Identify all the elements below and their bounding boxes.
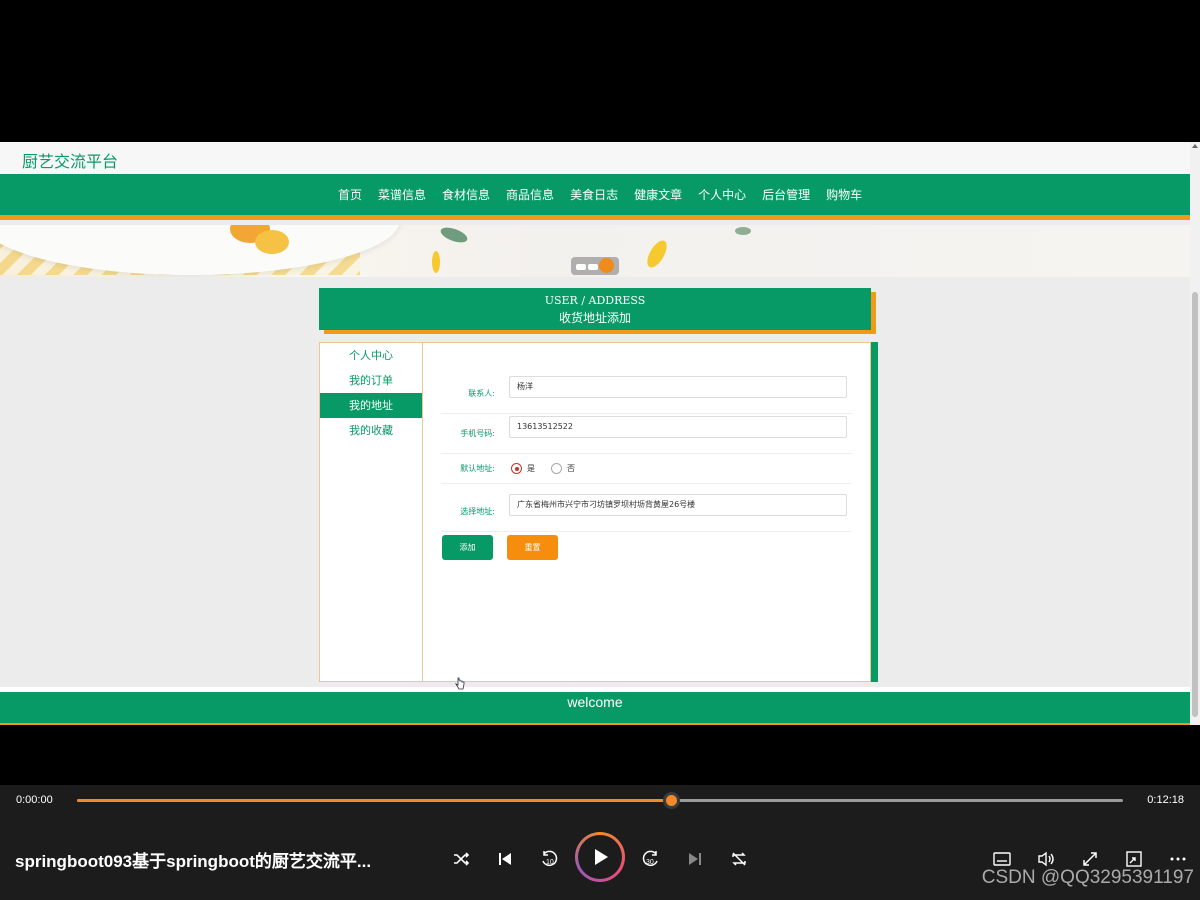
carousel-dot[interactable] (576, 264, 586, 270)
address-form: 联系人: 杨洋 手机号码: 13613512522 默认地址: 是 否 选择地址… (422, 342, 871, 682)
watermark: CSDN @QQ3295391197 (981, 867, 1194, 888)
nav-item[interactable]: 商品信息 (498, 186, 562, 203)
side-menu-item[interactable]: 个人中心 (320, 343, 422, 368)
address-input[interactable]: 广东省梅州市兴宁市刁坊镇罗坝村坜背黄屋26号楼 (509, 494, 847, 516)
recorded-webpage: 厨艺交流平台 首页 菜谱信息 食材信息 商品信息 美食日志 健康文章 个人中心 后台管理 购物车… (0, 142, 1200, 725)
side-menu-item[interactable]: 我的地址 (320, 393, 422, 418)
nav-item[interactable]: 个人中心 (690, 186, 754, 203)
site-header: 厨艺交流平台 (0, 142, 1190, 174)
radio-yes-label[interactable]: 是 (527, 463, 535, 474)
nav-item[interactable]: 美食日志 (562, 186, 626, 203)
contact-label: 联系人: (468, 389, 495, 398)
total-time: 0:12:18 (1147, 794, 1184, 806)
page-title-box: USER / ADDRESS 收货地址添加 (319, 288, 871, 330)
contact-input[interactable]: 杨洋 (509, 376, 847, 398)
side-menu-item[interactable]: 我的收藏 (320, 418, 422, 443)
banner-decoration (643, 237, 671, 271)
radio-yes[interactable] (511, 463, 522, 474)
progress-bar[interactable] (77, 792, 1123, 809)
rewind-10-icon[interactable]: 10 (535, 845, 563, 873)
add-button[interactable]: 添加 (442, 535, 493, 560)
carousel-dot-active[interactable] (599, 258, 614, 273)
footer: welcome (0, 687, 1190, 725)
forward-30-icon[interactable]: 30 (637, 845, 665, 873)
progress-knob[interactable] (663, 792, 681, 809)
svg-text:10: 10 (546, 859, 554, 866)
nav-item[interactable]: 购物车 (818, 186, 870, 203)
video-title: springboot093基于springboot的厨艺交流平... (15, 852, 372, 871)
phone-label: 手机号码: (460, 429, 495, 438)
default-row: 默认地址: 是 否 (441, 446, 852, 484)
side-menu: 个人中心 我的订单 我的地址 我的收藏 (319, 342, 423, 682)
contact-row: 联系人: 杨洋 (441, 376, 852, 414)
default-radio-group: 是 否 (511, 463, 591, 474)
play-button[interactable] (575, 832, 625, 882)
banner-decoration (438, 225, 470, 246)
reset-button[interactable]: 重置 (507, 535, 558, 560)
banner-decoration (255, 230, 289, 254)
mouse-cursor-icon (455, 677, 465, 690)
footer-text: welcome (567, 694, 623, 710)
side-menu-item[interactable]: 我的订单 (320, 368, 422, 393)
progress-fill (77, 799, 672, 802)
carousel-indicator[interactable] (571, 257, 619, 275)
repeat-icon[interactable] (725, 845, 753, 873)
nav-item[interactable]: 食材信息 (434, 186, 498, 203)
main-nav: 首页 菜谱信息 食材信息 商品信息 美食日志 健康文章 个人中心 后台管理 购物车 (0, 174, 1190, 220)
carousel-dot[interactable] (588, 264, 598, 270)
nav-item[interactable]: 健康文章 (626, 186, 690, 203)
site-title[interactable]: 厨艺交流平台 (22, 148, 118, 172)
radio-no[interactable] (551, 463, 562, 474)
page-title-en: USER / ADDRESS (544, 294, 646, 307)
banner-decoration (432, 251, 440, 273)
page-title: 收货地址添加 (558, 311, 631, 325)
scroll-up-icon[interactable] (1192, 144, 1198, 148)
nav-item[interactable]: 首页 (330, 186, 370, 203)
phone-input[interactable]: 13613512522 (509, 416, 847, 438)
next-icon[interactable] (681, 845, 709, 873)
current-time: 0:00:00 (16, 794, 53, 806)
banner-decoration (735, 227, 751, 235)
banner-image (0, 225, 1190, 277)
shuffle-icon[interactable] (447, 845, 475, 873)
scroll-thumb[interactable] (1192, 292, 1198, 717)
radio-no-label[interactable]: 否 (567, 463, 575, 474)
address-row: 选择地址: 广东省梅州市兴宁市刁坊镇罗坝村坜背黄屋26号楼 (441, 494, 852, 532)
nav-item[interactable]: 菜谱信息 (370, 186, 434, 203)
play-icon (595, 849, 608, 865)
video-viewport[interactable]: 厨艺交流平台 首页 菜谱信息 食材信息 商品信息 美食日志 健康文章 个人中心 后台管理 购物车… (0, 0, 1200, 785)
default-label: 默认地址: (460, 464, 495, 473)
address-label: 选择地址: (460, 507, 495, 516)
video-player-controls: 0:00:00 0:12:18 springboot093基于springboo… (0, 785, 1200, 900)
scrollbar[interactable] (1190, 142, 1200, 725)
svg-text:30: 30 (646, 859, 654, 866)
nav-item[interactable]: 后台管理 (754, 186, 818, 203)
previous-icon[interactable] (491, 845, 519, 873)
